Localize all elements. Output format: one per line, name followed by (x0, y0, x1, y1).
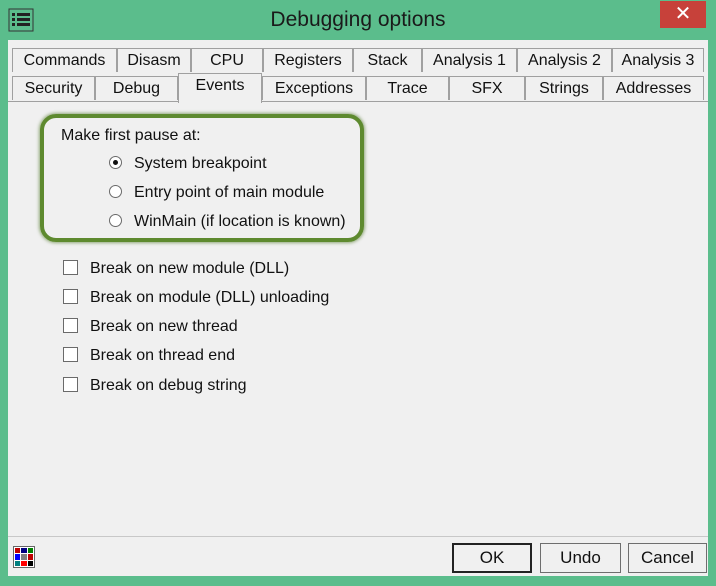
tab-addresses[interactable]: Addresses (603, 76, 704, 100)
checkbox-label: Break on new module (DLL) (90, 260, 290, 277)
tab-stack[interactable]: Stack (353, 48, 422, 72)
tab-disasm[interactable]: Disasm (117, 48, 191, 72)
tab-analysis-1[interactable]: Analysis 1 (422, 48, 517, 72)
close-icon: ✕ (674, 3, 692, 25)
tab-analysis-2[interactable]: Analysis 2 (517, 48, 612, 72)
tab-registers[interactable]: Registers (263, 48, 353, 72)
checkbox-label: Break on thread end (90, 347, 235, 364)
tab-cpu[interactable]: CPU (191, 48, 263, 72)
checkbox[interactable] (63, 318, 78, 333)
window-title: Debugging options (270, 8, 446, 31)
tab-commands[interactable]: Commands (12, 48, 117, 72)
tab-security[interactable]: Security (12, 76, 95, 100)
checkbox[interactable] (63, 377, 78, 392)
tab-trace[interactable]: Trace (366, 76, 449, 100)
checkbox[interactable] (63, 347, 78, 362)
undo-button[interactable]: Undo (540, 543, 621, 573)
radio-selected-dot (113, 160, 118, 165)
tab-sfx[interactable]: SFX (449, 76, 525, 100)
title-bar: Debugging options ✕ (0, 0, 716, 40)
radio-label: Entry point of main module (134, 184, 325, 201)
radio-label: WinMain (if location is known) (134, 213, 346, 230)
debugging-options-window: Debugging options ✕ Commands Disasm CPU … (0, 0, 716, 586)
checkbox-label: Break on new thread (90, 318, 238, 335)
cancel-button[interactable]: Cancel (628, 543, 707, 573)
tab-strings[interactable]: Strings (525, 76, 603, 100)
tab-debug[interactable]: Debug (95, 76, 178, 100)
checkbox[interactable] (63, 260, 78, 275)
button-bar: OK Undo Cancel (8, 536, 708, 576)
first-pause-label: Make first pause at: (61, 127, 201, 144)
checkbox-label: Break on debug string (90, 377, 247, 394)
radio-button[interactable] (109, 156, 122, 169)
checkbox-label: Break on module (DLL) unloading (90, 289, 330, 306)
tab-events[interactable]: Events (178, 73, 262, 103)
tab-analysis-3[interactable]: Analysis 3 (612, 48, 704, 72)
close-button[interactable]: ✕ (660, 1, 706, 28)
tab-exceptions[interactable]: Exceptions (262, 76, 366, 100)
palette-icon[interactable] (13, 546, 35, 568)
radio-label: System breakpoint (134, 155, 267, 172)
checkbox[interactable] (63, 289, 78, 304)
radio-button[interactable] (109, 185, 122, 198)
ok-button[interactable]: OK (452, 543, 532, 573)
dialog-client-area: Commands Disasm CPU Registers Stack Anal… (8, 40, 708, 576)
radio-button[interactable] (109, 214, 122, 227)
